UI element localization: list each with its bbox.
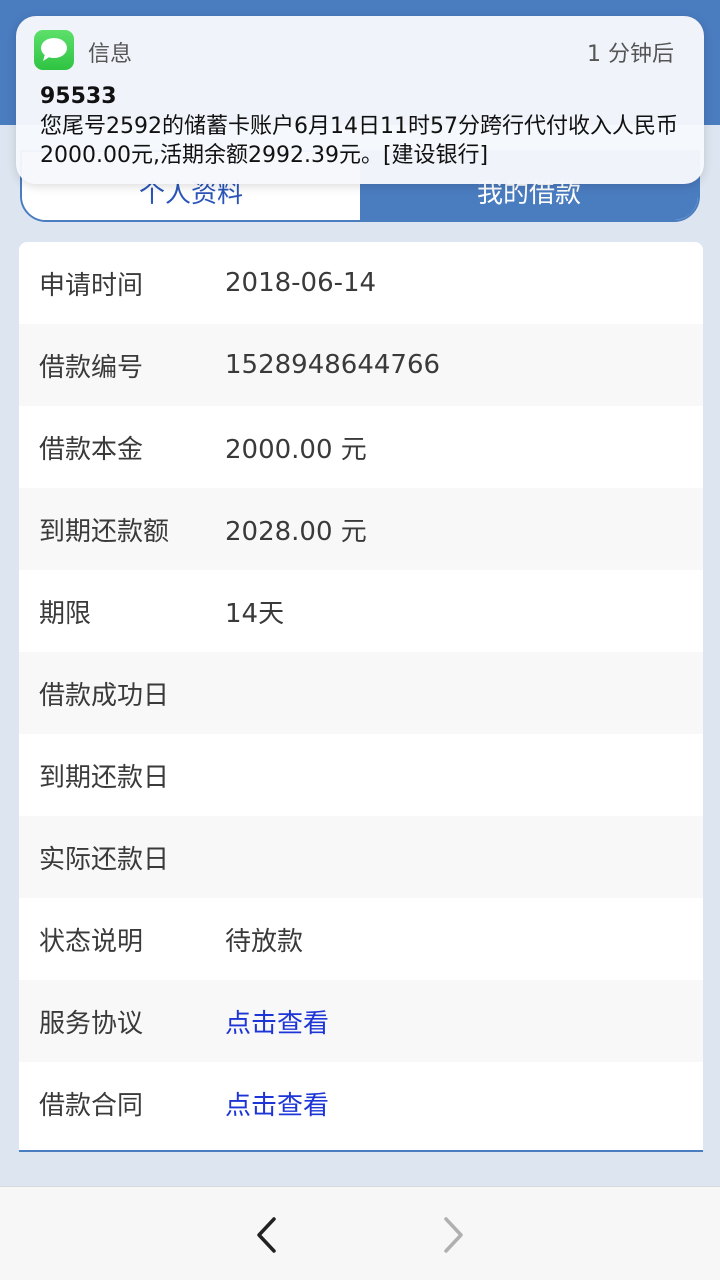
row-label: 借款本金 — [39, 434, 144, 465]
row-actual-repay-date: 实际还款日 — [19, 816, 703, 898]
row-value: 14天 — [225, 598, 285, 629]
notification-body: 您尾号2592的储蓄卡账户6月14日11时57分跨行代付收入人民币2000.00… — [40, 114, 678, 168]
row-due-amount: 到期还款额 2028.00 元 — [19, 488, 703, 570]
row-label: 借款成功日 — [39, 680, 170, 711]
chevron-right-icon — [444, 1217, 463, 1253]
row-apply-time: 申请时间 2018-06-14 — [19, 242, 703, 324]
forward-button[interactable] — [434, 1215, 474, 1255]
row-label: 申请时间 — [39, 270, 144, 301]
loan-detail-card: 申请时间 2018-06-14 借款编号 1528948644766 借款本金 … — [19, 242, 703, 1152]
row-loan-number: 借款编号 1528948644766 — [19, 324, 703, 406]
row-value: 2018-06-14 — [225, 268, 377, 298]
row-value: 2000.00 元 — [225, 434, 367, 465]
notification-sender: 95533 — [40, 84, 117, 109]
row-label: 期限 — [39, 598, 92, 629]
row-label: 服务协议 — [39, 1008, 144, 1039]
row-label: 到期还款额 — [39, 516, 170, 547]
row-term: 期限 14天 — [19, 570, 703, 652]
row-status: 状态说明 待放款 — [19, 898, 703, 980]
notification-app-name: 信息 — [88, 42, 133, 67]
browser-bottom-toolbar — [0, 1186, 720, 1280]
loan-contract-link[interactable]: 点击查看 — [225, 1085, 329, 1122]
back-button[interactable] — [246, 1215, 286, 1255]
row-label: 实际还款日 — [39, 844, 170, 875]
status-value: 待放款 — [225, 926, 304, 957]
row-success-date: 借款成功日 — [19, 652, 703, 734]
row-label: 到期还款日 — [39, 762, 170, 793]
row-value: 1528948644766 — [225, 350, 441, 380]
notification-time: 1 分钟后 — [587, 42, 674, 67]
chevron-left-icon — [257, 1217, 276, 1253]
row-label: 借款编号 — [39, 352, 144, 383]
row-loan-contract: 借款合同 点击查看 — [19, 1062, 703, 1144]
row-value: 2028.00 元 — [225, 516, 367, 547]
row-due-date: 到期还款日 — [19, 734, 703, 816]
row-label: 借款合同 — [39, 1090, 144, 1121]
row-label: 状态说明 — [39, 926, 144, 957]
messages-icon — [34, 30, 74, 70]
row-service-agreement: 服务协议 点击查看 — [19, 980, 703, 1062]
sms-notification-banner[interactable]: 信息 1 分钟后 95533 您尾号2592的储蓄卡账户6月14日11时57分跨… — [16, 16, 704, 184]
row-principal: 借款本金 2000.00 元 — [19, 406, 703, 488]
service-agreement-link[interactable]: 点击查看 — [225, 1003, 329, 1040]
